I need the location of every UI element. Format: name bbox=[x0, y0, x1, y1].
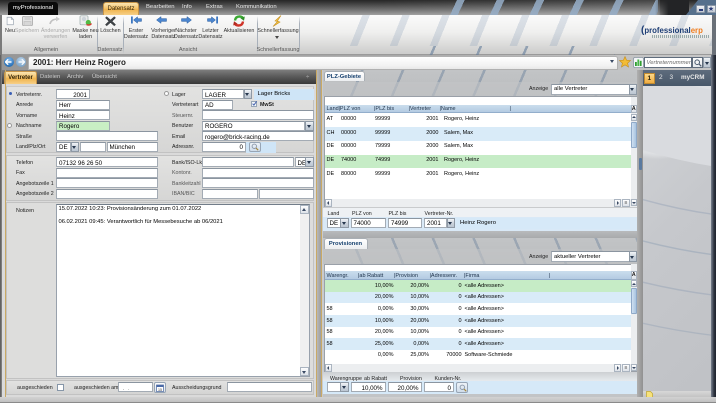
svg-text:15: 15 bbox=[158, 387, 162, 391]
